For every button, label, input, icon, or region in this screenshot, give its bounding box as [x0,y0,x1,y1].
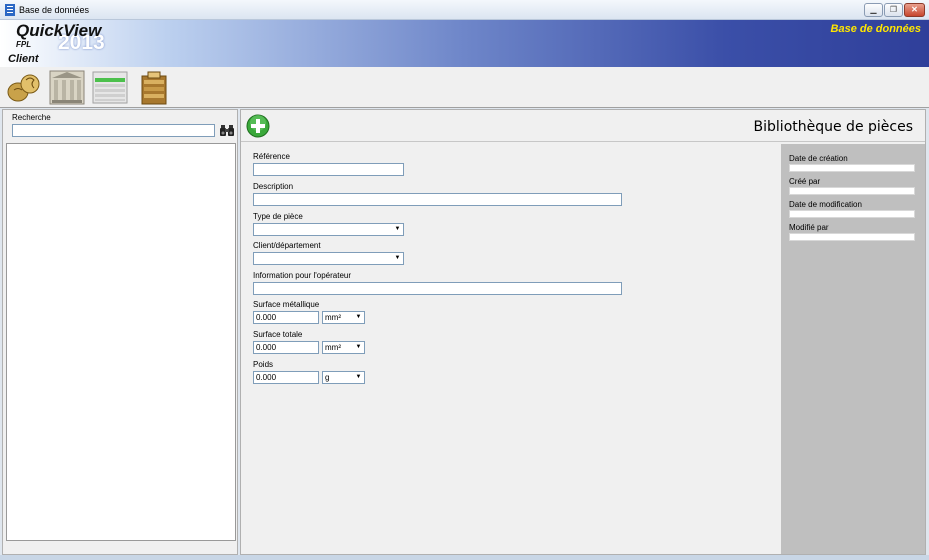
metal-surface-label: Surface métallique [253,300,320,309]
close-button[interactable]: ✕ [904,3,925,17]
chevron-down-icon: ▼ [394,226,401,232]
building-icon [49,70,85,105]
chevron-down-icon: ▼ [355,374,362,380]
search-results-list[interactable] [6,143,236,541]
gold-bars-icon [141,71,167,105]
metadata-panel: Date de création Créé par Date de modifi… [781,144,925,554]
window-bottom-border [0,555,929,560]
section-label: Base de données [830,23,921,35]
building-tool-button[interactable] [49,70,85,105]
module-label: Client [8,53,39,65]
chevron-down-icon: ▼ [394,255,401,261]
creation-date-field [789,164,915,172]
close-icon: ✕ [911,5,918,14]
window-title: Base de données [19,5,90,15]
weight-value: 0.000 [256,373,277,382]
minimize-button[interactable]: ▁ [864,3,883,17]
page-title: Bibliothèque de pièces [753,119,913,135]
minimize-icon: ▁ [870,5,877,14]
logo-sub: FPL [16,40,32,49]
search-button[interactable] [220,123,234,137]
creation-date-label: Date de création [789,154,848,163]
part-type-label: Type de pièce [253,212,303,221]
total-surface-unit-select[interactable]: mm² ▼ [322,341,365,354]
coins-tool-button[interactable] [6,70,42,105]
chevron-down-icon: ▼ [355,314,362,320]
metal-surface-unit: mm² [325,313,341,322]
operator-info-field[interactable] [253,282,622,295]
total-surface-unit: mm² [325,343,341,352]
search-input[interactable] [12,124,215,137]
app-icon [5,4,15,16]
logo-main: QuickView [16,21,102,40]
app-banner: 2013 QuickView FPL Client Base de donnée… [0,20,929,67]
modified-by-label: Modifié par [789,223,829,232]
description-field[interactable] [253,193,622,206]
list-tool-button[interactable] [92,70,128,105]
weight-field[interactable]: 0.000 [253,371,319,384]
client-department-label: Client/département [253,241,321,250]
modification-date-field [789,210,915,218]
parts-library-panel: Bibliothèque de pièces Référence Descrip… [240,109,926,555]
add-part-button[interactable] [246,114,270,138]
description-label: Description [253,182,294,191]
reference-label: Référence [253,152,290,161]
metal-surface-field[interactable]: 0.000 [253,311,319,324]
coins-icon [7,74,40,102]
gold-tool-button[interactable] [136,70,172,105]
reference-field[interactable] [253,163,404,176]
chevron-down-icon: ▼ [355,344,362,350]
part-type-select[interactable]: ▼ [253,223,404,236]
panel-header: Bibliothèque de pièces [241,110,925,142]
total-surface-label: Surface totale [253,330,303,339]
main-toolbar [0,67,929,108]
binoculars-icon [220,125,234,136]
metal-surface-value: 0.000 [256,313,277,322]
total-surface-value: 0.000 [256,343,277,352]
modification-date-label: Date de modification [789,200,862,209]
modified-by-field [789,233,915,241]
restore-icon: ❐ [889,5,898,14]
created-by-field [789,187,915,195]
client-department-select[interactable]: ▼ [253,252,404,265]
created-by-label: Créé par [789,177,821,186]
total-surface-field[interactable]: 0.000 [253,341,319,354]
window-titlebar[interactable]: Base de données ▁ ❐ ✕ [0,0,929,20]
weight-unit-select[interactable]: g ▼ [322,371,365,384]
list-document-icon [92,71,128,104]
search-panel: Recherche [2,109,238,555]
metal-surface-unit-select[interactable]: mm² ▼ [322,311,365,324]
weight-label: Poids [253,360,274,369]
restore-button[interactable]: ❐ [884,3,903,17]
add-icon [246,114,270,138]
weight-unit: g [325,373,330,382]
operator-info-label: Information pour l'opérateur [253,271,352,280]
search-label: Recherche [12,113,51,122]
